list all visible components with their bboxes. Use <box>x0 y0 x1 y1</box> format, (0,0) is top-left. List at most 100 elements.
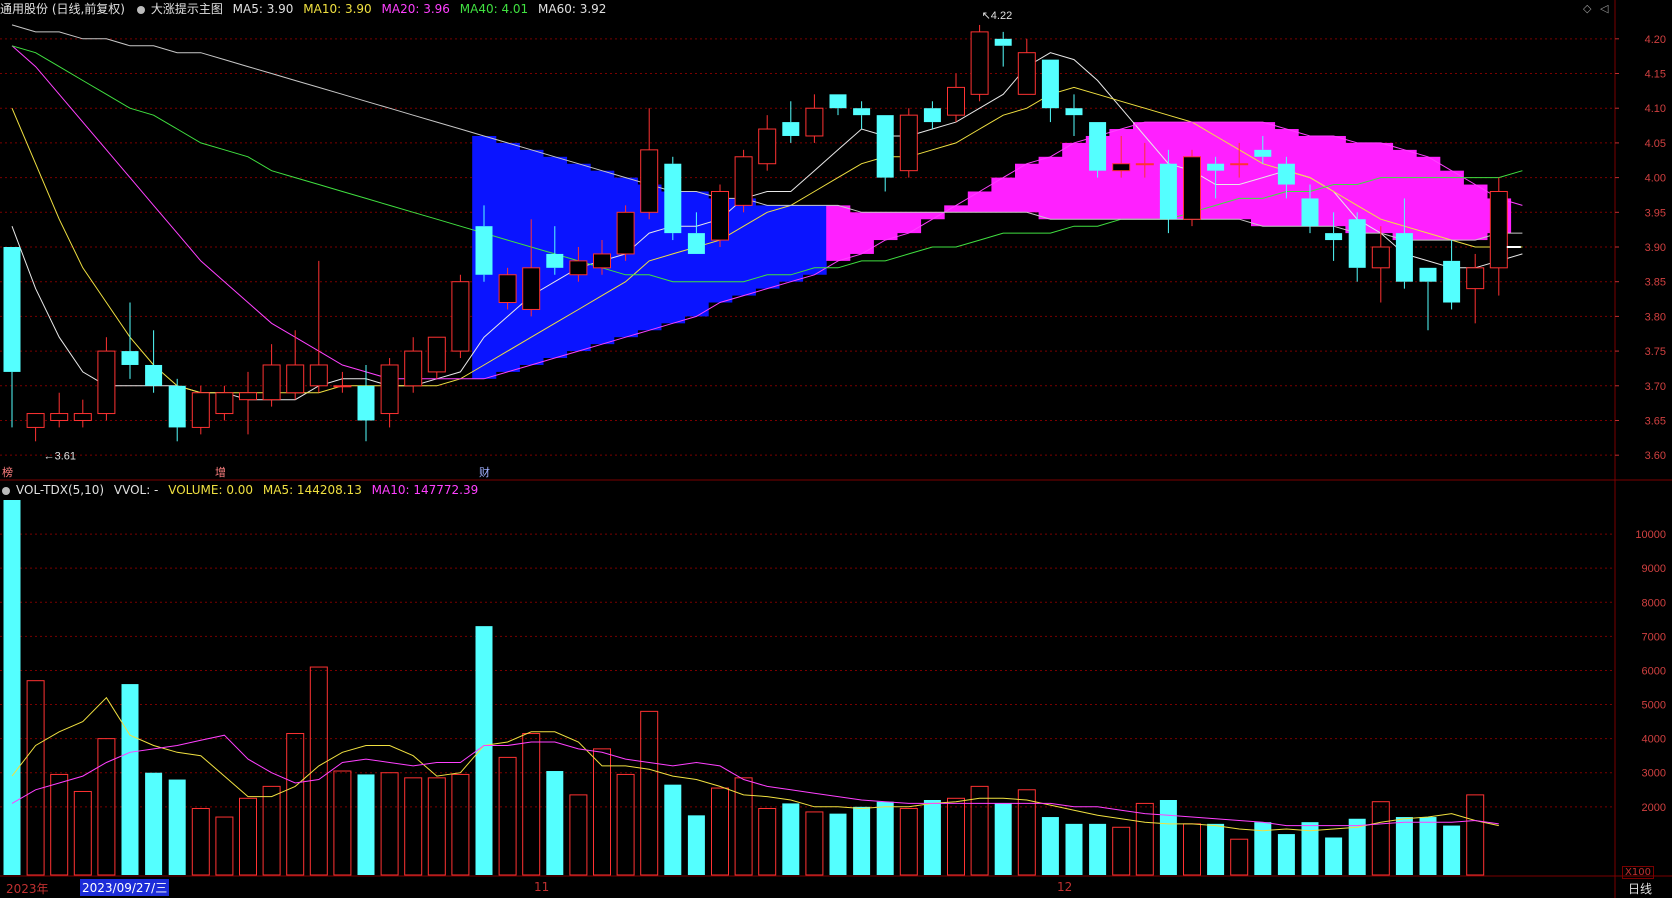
price-tick-label: 4.15 <box>1645 69 1666 81</box>
volume-bar-down <box>1277 834 1295 875</box>
candle-body-up <box>26 413 45 428</box>
candle-body-down <box>1207 163 1225 171</box>
candle-body-down <box>664 163 682 234</box>
candle-body-up <box>640 149 659 213</box>
candle-body-up <box>1489 190 1508 269</box>
settings-dot-icon[interactable] <box>136 6 145 14</box>
volume-tick-label: 6000 <box>1642 665 1666 677</box>
signal-cloud-segment <box>897 212 922 234</box>
volume-label: VOLUME: 0.00 <box>168 483 254 497</box>
volume-bar-down <box>1159 800 1177 875</box>
ma5-label: MA5: 3.90 <box>232 2 294 16</box>
signal-cloud-segment <box>1062 142 1087 220</box>
price-tick-label: 3.65 <box>1645 415 1666 427</box>
signal-cloud-segment <box>873 212 898 241</box>
candle-body-up <box>758 128 777 165</box>
indicator-name[interactable]: 大涨提示主图 <box>151 2 223 16</box>
candle-body-up <box>947 86 965 116</box>
volume-bar-up <box>616 773 635 876</box>
volume-tick-label: 2000 <box>1642 802 1666 814</box>
candle-body-up <box>309 364 328 387</box>
volume-bar-down <box>3 500 21 875</box>
price-tick-label: 3.80 <box>1645 311 1666 323</box>
candle-body-up <box>498 274 517 304</box>
signal-cloud-segment <box>944 205 969 213</box>
price-tick-label: 4.20 <box>1645 34 1666 46</box>
signal-cloud-segment <box>1038 156 1063 220</box>
volume-bar-up <box>640 710 659 876</box>
volume-bar-up <box>1183 823 1201 876</box>
volume-bar-up <box>451 773 470 876</box>
volume-bar-up <box>1017 789 1036 876</box>
volume-bar-up <box>522 733 541 876</box>
price-tick-label: 4.00 <box>1645 173 1666 185</box>
candle-body-up <box>404 350 423 387</box>
volume-bar-down <box>1089 823 1107 875</box>
volume-bar-up <box>262 785 281 876</box>
volume-tick-label: 9000 <box>1642 563 1666 575</box>
volume-bar-down <box>1065 823 1083 875</box>
price-tick-label: 3.70 <box>1645 381 1666 393</box>
volume-bar-up <box>805 811 824 876</box>
price-tick-label: 3.85 <box>1645 277 1666 289</box>
event-marker: 增 <box>215 465 226 479</box>
signal-cloud-segment <box>802 205 827 275</box>
candle-body-down <box>923 108 941 123</box>
candle-body-down <box>829 94 847 109</box>
volume-bar-down <box>1419 817 1437 875</box>
volume-bar-up <box>498 756 517 876</box>
candle-body-up <box>239 392 257 401</box>
diamond-icon[interactable]: ◇ <box>1583 2 1591 15</box>
volume-bar-down <box>1041 817 1059 875</box>
candle-body-down <box>1301 198 1319 227</box>
volume-bar-down <box>1207 823 1225 875</box>
candle-body-down <box>1254 149 1272 157</box>
volume-ma5-line <box>11 696 1499 832</box>
volume-tick-label: 4000 <box>1642 734 1666 746</box>
price-tick-label: 3.90 <box>1645 242 1666 254</box>
volume-bar-up <box>569 794 588 876</box>
year-label: 2023年 <box>6 882 49 896</box>
volume-bar-up <box>427 777 446 876</box>
candle-body-up <box>970 31 989 95</box>
settings-dot-icon[interactable] <box>2 487 10 495</box>
volume-bar-up <box>711 787 729 876</box>
period-label[interactable]: 日线 <box>1628 880 1652 897</box>
volume-bar-down <box>1443 825 1461 875</box>
candle-body-up <box>262 364 281 401</box>
candle-body-down <box>121 351 139 365</box>
candle-body-down <box>1325 233 1343 241</box>
event-marker: 榜 <box>2 465 13 479</box>
volume-bar-up <box>899 808 918 876</box>
volume-bar-down <box>1325 837 1343 875</box>
signal-cloud-segment <box>731 198 756 296</box>
candle-body-up <box>97 350 116 415</box>
signal-cloud-segment <box>755 205 780 289</box>
volume-bar-down <box>923 800 941 875</box>
vol-indicator[interactable]: VOL-TDX(5,10) <box>16 483 104 497</box>
volume-bar-down <box>782 803 800 875</box>
signal-cloud-segment <box>1015 163 1040 213</box>
signal-cloud-segment <box>967 191 992 213</box>
candle-body-up <box>1371 246 1390 269</box>
candle-body-down <box>1089 122 1107 171</box>
stock-title[interactable]: 通用股份 (日线,前复权) <box>0 2 125 16</box>
candle-body-down <box>145 364 163 386</box>
volume-bar-up <box>947 797 965 876</box>
signal-cloud-segment <box>826 205 851 261</box>
cursor-date-label: 2023/09/27/三 <box>80 879 170 896</box>
month-12-label: 12 <box>1057 880 1073 894</box>
volume-bar-up <box>215 816 234 876</box>
volume-ma10-line <box>11 734 1499 827</box>
low-price-annotation: ←3.61 <box>44 451 76 463</box>
candle-body-down <box>546 253 564 268</box>
collapse-triangle-icon[interactable]: ◁ <box>1600 2 1608 15</box>
candle-body-up <box>427 336 446 373</box>
candle-body-up <box>50 413 69 421</box>
candle-body-up <box>711 190 729 241</box>
volume-bar-up <box>50 773 69 876</box>
candle-body-up <box>380 364 399 415</box>
vol-ma5-label: MA5: 144208.13 <box>262 483 362 497</box>
chart-canvas[interactable]: 4.20 4.15 4.10 4.05 4.00 3.95 3.90 3.85 3.80 3.75… <box>0 0 1672 898</box>
price-tick-label: 3.75 <box>1645 346 1666 358</box>
